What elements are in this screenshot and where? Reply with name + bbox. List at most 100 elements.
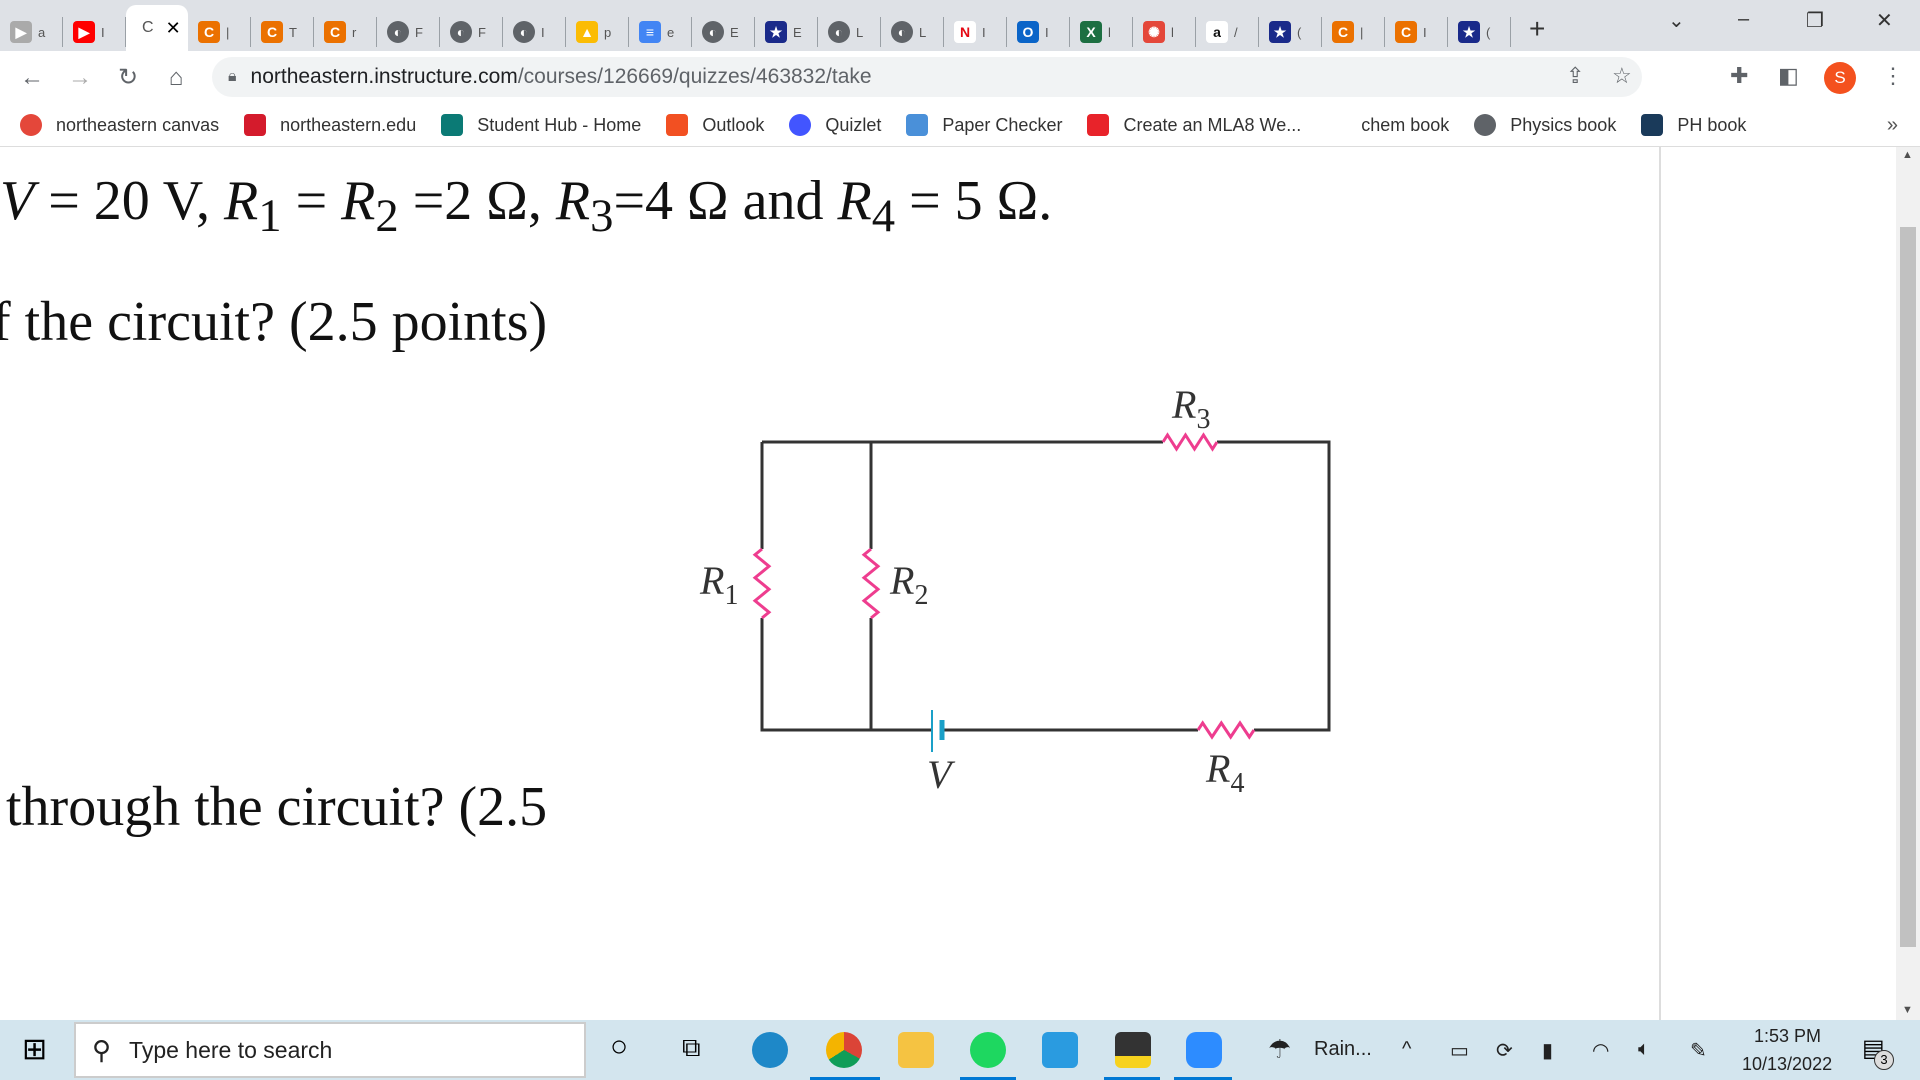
notification-count: 3 <box>1874 1050 1894 1070</box>
address-bar[interactable]: 🔒︎ northeastern.instructure.com/courses/… <box>212 57 1642 97</box>
google-docs-icon: ≡ <box>639 21 661 43</box>
chegg-icon: C <box>324 21 346 43</box>
clock-date[interactable]: 10/13/2022 <box>1742 1054 1832 1075</box>
taskbar: ⊞ ⚲ Type here to search ○ ⧉ ☂ Rain... ^ … <box>0 1020 1920 1080</box>
bookmark-item[interactable]: Quizlet <box>789 114 881 136</box>
tab[interactable]: NI <box>944 17 1007 47</box>
kindle-icon <box>1641 114 1664 136</box>
restore-button[interactable]: ❐ <box>1806 8 1824 33</box>
clock-time[interactable]: 1:53 PM <box>1754 1026 1821 1047</box>
close-window-button[interactable]: ✕ <box>1876 8 1893 33</box>
tab[interactable]: ◐ F <box>377 17 440 47</box>
tab[interactable]: C | <box>1322 17 1385 47</box>
bookmark-item[interactable]: Paper Checker <box>906 114 1062 136</box>
volume-icon[interactable]: 🔈︎ <box>1638 1038 1650 1061</box>
url-text[interactable]: northeastern.instructure.com/courses/126… <box>251 65 872 89</box>
northeastern-icon <box>244 114 267 136</box>
bookmark-item[interactable]: Physics book <box>1474 114 1616 136</box>
globe-icon: ◐ <box>702 21 724 43</box>
bookmark-item[interactable]: Outlook <box>666 114 764 136</box>
tab[interactable]: a / <box>1196 17 1259 47</box>
tab-active[interactable]: C ✕ <box>126 5 188 51</box>
tab-search-icon[interactable]: ⌄ <box>1668 8 1685 33</box>
google-drive-icon: ▲ <box>576 21 598 43</box>
sharepoint-icon <box>441 114 464 136</box>
side-panel-icon[interactable]: ◧ <box>1778 63 1799 89</box>
task-view-icon[interactable]: ⧉ <box>682 1032 701 1064</box>
tab[interactable]: ✺ l <box>1133 17 1196 47</box>
taskbar-search[interactable]: ⚲ Type here to search <box>74 1022 586 1078</box>
new-tab-button[interactable]: + <box>1529 13 1545 45</box>
tab[interactable]: ★( <box>1259 17 1322 47</box>
tab[interactable]: ◐ E <box>692 17 755 47</box>
chegg-icon: C <box>198 21 220 43</box>
cortana-icon[interactable]: ○ <box>610 1030 628 1064</box>
bookmarks-overflow-button[interactable]: » <box>1887 114 1898 137</box>
sticky-notes-icon[interactable] <box>1115 1032 1151 1068</box>
windows-start-icon[interactable]: ⊞ <box>22 1032 47 1067</box>
shield-star-icon: ★ <box>765 21 787 43</box>
share-icon[interactable]: ⇪ <box>1566 63 1584 89</box>
excel-icon: X <box>1080 21 1102 43</box>
tab[interactable]: ★ E <box>755 17 818 47</box>
tab[interactable]: Xl <box>1070 17 1133 47</box>
reload-icon[interactable]: ↻ <box>104 63 152 92</box>
shield-star-icon: ★ <box>1269 21 1291 43</box>
mail-icon[interactable] <box>1042 1032 1078 1068</box>
tab[interactable]: OI <box>1007 17 1070 47</box>
bookmark-item[interactable]: chem book <box>1361 115 1449 136</box>
lock-icon: 🔒︎ <box>228 68 237 85</box>
weather-rain-icon[interactable]: ☂ <box>1268 1034 1291 1065</box>
scroll-up-icon[interactable]: ▲ <box>1902 149 1913 161</box>
tab[interactable]: ◐ L <box>881 17 944 47</box>
bookmark-item[interactable]: PH book <box>1641 114 1746 136</box>
tab[interactable]: ◐ I <box>503 17 566 47</box>
file-explorer-icon[interactable] <box>898 1032 934 1068</box>
update-icon[interactable]: ⟳ <box>1496 1038 1513 1063</box>
battery-icon[interactable]: ▮ <box>1542 1038 1553 1063</box>
pen-icon[interactable]: ✎ <box>1690 1038 1707 1063</box>
globe-icon: ◐ <box>891 21 913 43</box>
menu-icon[interactable]: ⋮ <box>1882 63 1904 89</box>
edge-icon[interactable] <box>752 1032 788 1068</box>
r3-label: R3 <box>1171 382 1210 435</box>
tab[interactable]: ▶ I <box>63 17 126 47</box>
chrome-icon[interactable] <box>826 1032 862 1068</box>
tab[interactable]: ▶ a <box>0 17 63 47</box>
minimize-button[interactable]: – <box>1738 8 1749 31</box>
close-tab-icon[interactable]: ✕ <box>166 18 181 39</box>
tab[interactable]: ★( <box>1448 17 1511 47</box>
resistor-r2 <box>861 547 881 620</box>
extensions-icon[interactable]: ✚ <box>1730 63 1748 89</box>
tab[interactable]: CI <box>1385 17 1448 47</box>
zoom-icon: ▶ <box>10 21 32 43</box>
shield-star-icon: ★ <box>1458 21 1480 43</box>
tab[interactable]: ▲ p <box>566 17 629 47</box>
scrollbar-thumb[interactable] <box>1900 227 1916 947</box>
back-icon[interactable]: ← <box>8 64 56 92</box>
zoom-icon[interactable] <box>1186 1032 1222 1068</box>
bookmark-item[interactable]: Create an MLA8 We... <box>1087 114 1301 136</box>
scroll-down-icon[interactable]: ▼ <box>1902 1004 1913 1016</box>
chegg-icon: C <box>1395 21 1417 43</box>
home-icon[interactable]: ⌂ <box>152 64 200 92</box>
weather-text[interactable]: Rain... <box>1314 1038 1372 1061</box>
right-pane <box>1663 147 1896 1020</box>
tab[interactable]: ◐ L <box>818 17 881 47</box>
bookmark-item[interactable]: Student Hub - Home <box>441 114 641 136</box>
tab[interactable]: CT <box>251 17 314 47</box>
profile-avatar[interactable]: S <box>1824 62 1856 94</box>
show-hidden-icons[interactable]: ^ <box>1402 1038 1411 1061</box>
wifi-icon[interactable]: ◠ <box>1592 1038 1609 1063</box>
tab[interactable]: ≡ e <box>629 17 692 47</box>
bookmark-item[interactable]: northeastern canvas <box>20 114 219 136</box>
tab[interactable]: ◐ F <box>440 17 503 47</box>
tab[interactable]: Cr <box>314 17 377 47</box>
meet-now-icon[interactable]: ▭ <box>1450 1038 1469 1063</box>
vertical-scrollbar[interactable]: ▲ ▼ <box>1896 147 1920 1020</box>
bookmark-item[interactable]: northeastern.edu <box>244 114 416 136</box>
forward-icon[interactable]: → <box>56 64 104 92</box>
spotify-icon[interactable] <box>970 1032 1006 1068</box>
star-icon[interactable]: ☆ <box>1612 63 1632 89</box>
tab[interactable]: C | <box>188 17 251 47</box>
